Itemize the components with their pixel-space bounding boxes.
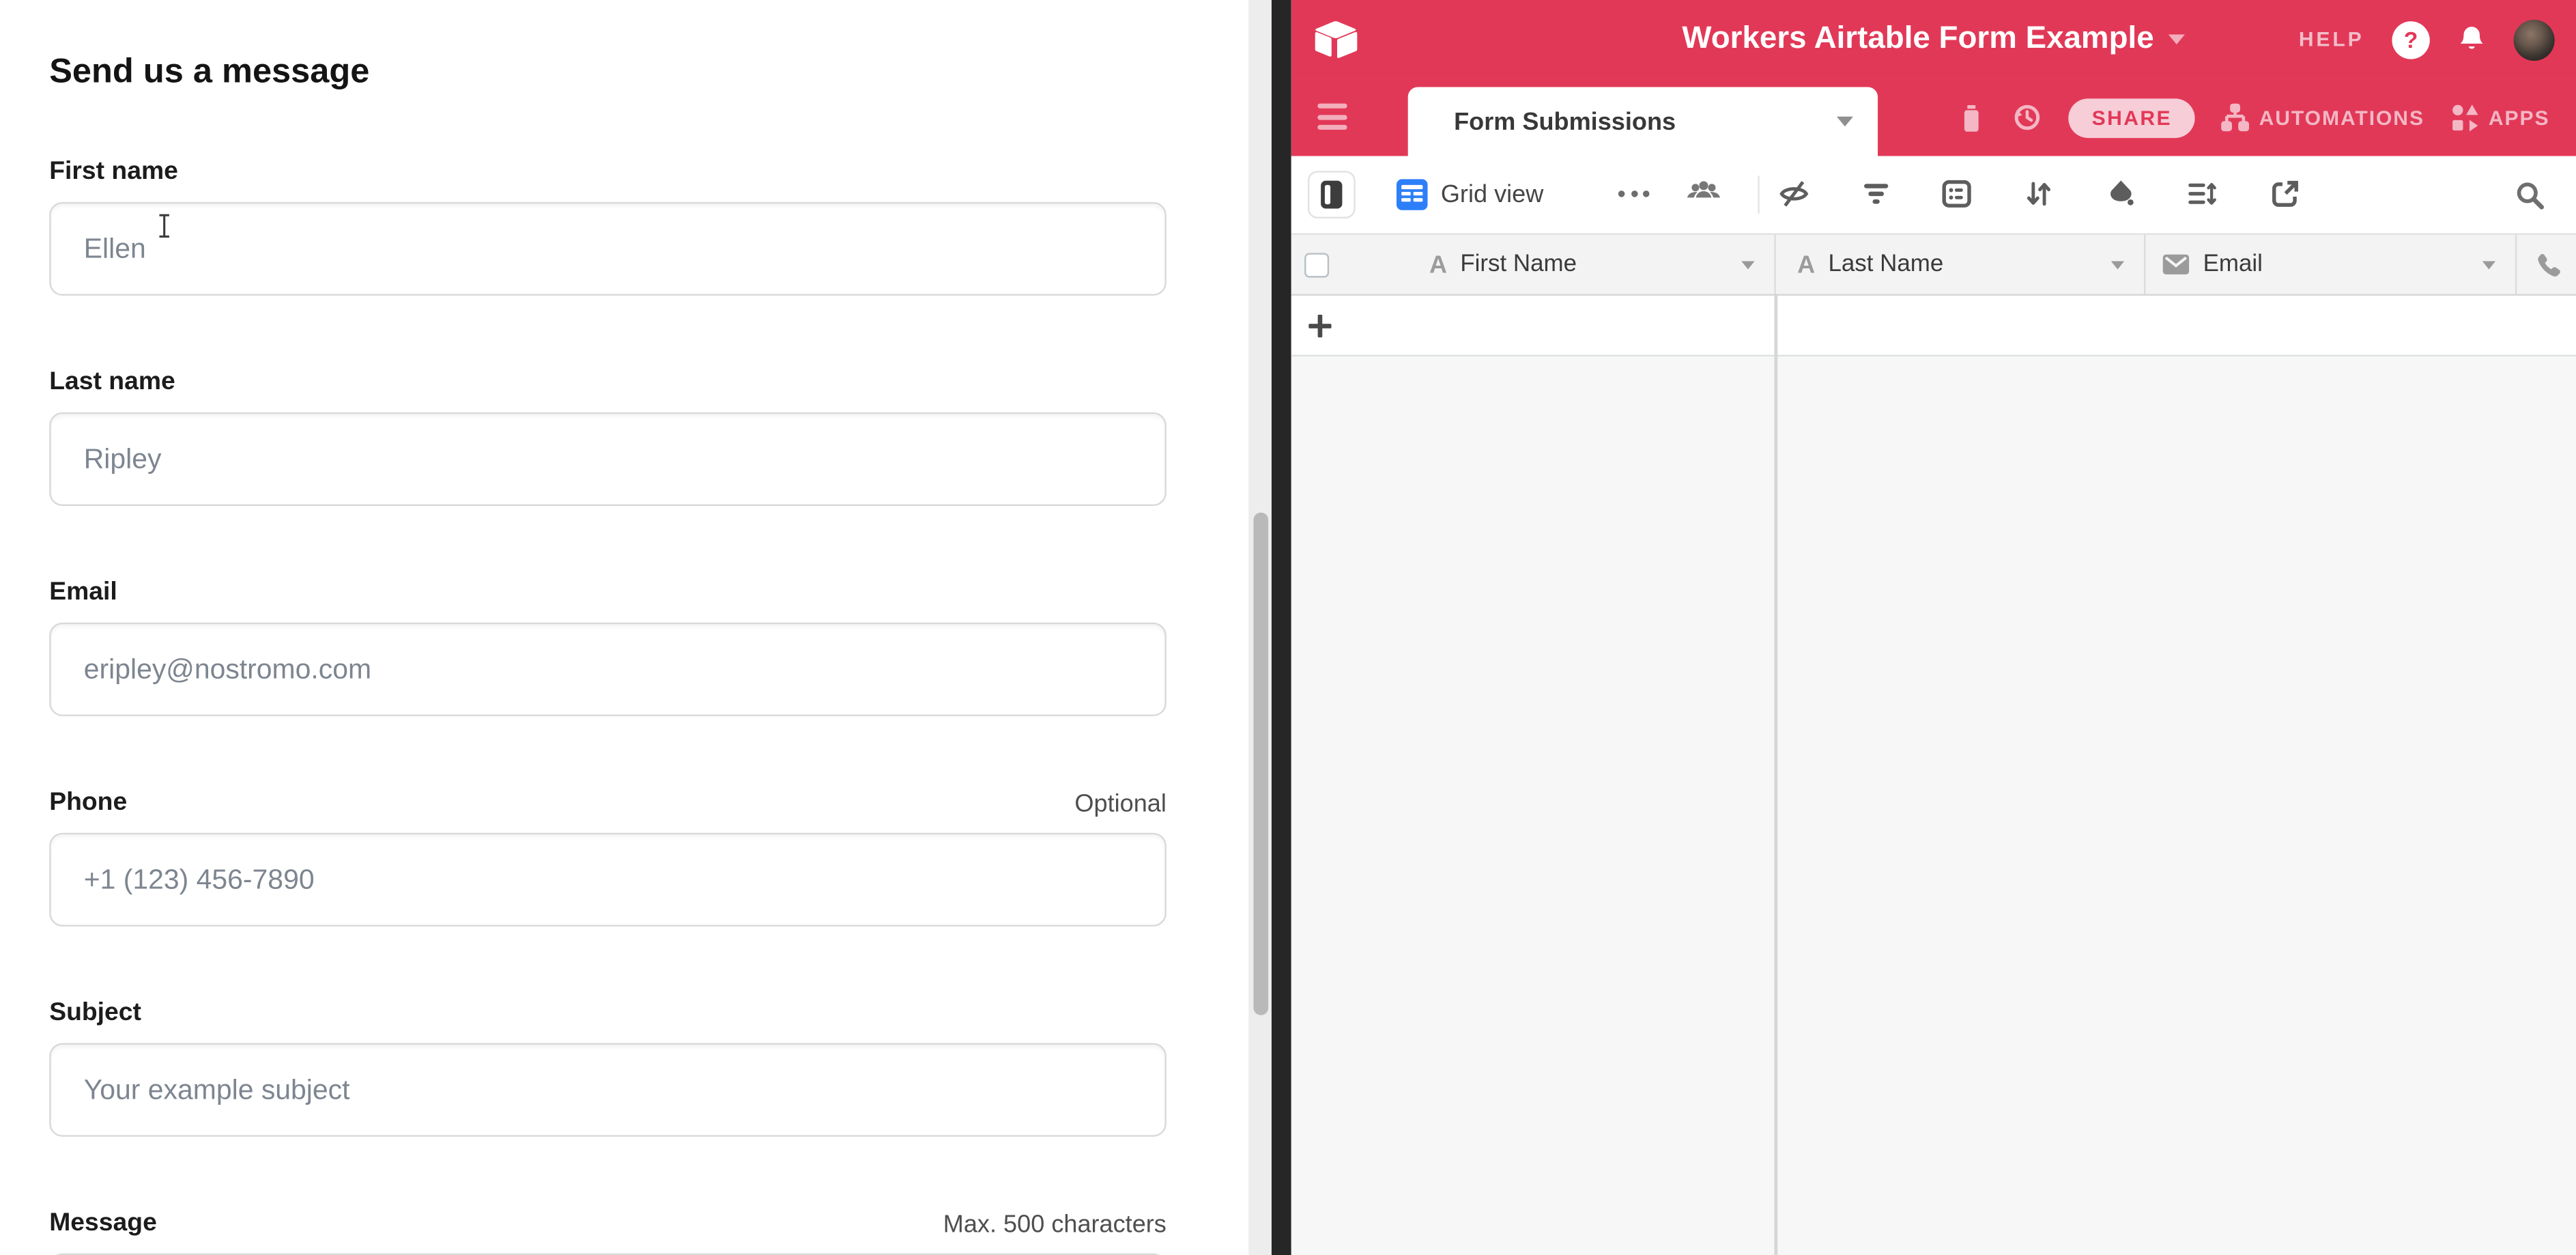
notifications-bell-icon[interactable] <box>2458 25 2486 54</box>
base-title-text: Workers Airtable Form Example <box>1682 21 2153 57</box>
grid-view-icon[interactable] <box>1397 179 1428 210</box>
question-glyph: ? <box>2404 26 2418 52</box>
view-name-label[interactable]: Grid view <box>1441 156 1543 234</box>
hide-fields-icon[interactable] <box>1779 179 1809 208</box>
phone-group: Phone Optional <box>49 789 1167 927</box>
last-name-label: Last name <box>49 368 175 397</box>
toolbar-divider <box>1758 175 1759 213</box>
text-field-type-icon: A <box>1797 252 1815 277</box>
apps-label: APPS <box>2489 106 2550 129</box>
view-options-ellipsis-icon[interactable] <box>1618 191 1650 197</box>
email-group: Email <box>49 578 1167 716</box>
airtable-window: Workers Airtable Form Example HELP ? For… <box>1291 0 2576 1255</box>
base-title[interactable]: Workers Airtable Form Example <box>1682 0 2185 79</box>
column-header-last-name[interactable]: A Last Name <box>1776 235 2146 294</box>
collaborators-icon[interactable] <box>1685 178 1721 210</box>
contact-form-page: Send us a message First name Last name E… <box>0 0 1248 1255</box>
add-record-row[interactable] <box>1291 296 2576 356</box>
email-field-type-icon <box>2162 253 2190 276</box>
subject-group: Subject <box>49 999 1167 1137</box>
window-divider <box>1272 0 1291 1255</box>
automations-icon <box>2221 104 2249 132</box>
phone-optional-hint: Optional <box>1074 790 1166 818</box>
user-avatar[interactable] <box>2514 19 2555 60</box>
share-view-icon[interactable] <box>2270 179 2300 208</box>
chevron-down-icon <box>2169 35 2185 44</box>
last-name-input[interactable] <box>49 412 1167 506</box>
screen: Send us a message First name Last name E… <box>0 0 2576 1255</box>
subject-label: Subject <box>49 999 141 1028</box>
page-scrollbar[interactable] <box>1248 0 1272 1255</box>
page-scrollbar-thumb[interactable] <box>1253 513 1268 1015</box>
subject-input[interactable] <box>49 1043 1167 1137</box>
add-record-plus-icon[interactable] <box>1306 312 1334 340</box>
phone-input[interactable] <box>49 833 1167 927</box>
column-label: Email <box>2203 251 2263 277</box>
question-mark-icon[interactable]: ? <box>2392 20 2429 58</box>
apps-icon <box>2450 104 2478 132</box>
automations-button[interactable]: AUTOMATIONS <box>2221 104 2424 132</box>
message-max-chars-hint: Max. 500 characters <box>943 1211 1167 1239</box>
airtable-topbar: Workers Airtable Form Example HELP ? <box>1291 0 2576 79</box>
airtable-tabbar: Form Submissions SHARE <box>1291 79 2576 156</box>
chevron-down-icon <box>1837 117 1853 126</box>
table-tab-label: Form Submissions <box>1454 108 1676 136</box>
help-button[interactable]: HELP <box>2299 28 2364 51</box>
message-label: Message <box>49 1209 157 1239</box>
grid-empty-area <box>1291 356 2576 1255</box>
color-icon[interactable] <box>2106 179 2136 208</box>
automations-label: AUTOMATIONS <box>2259 106 2424 129</box>
ibeam-cursor-icon <box>156 214 173 238</box>
first-name-group: First name <box>49 158 1167 296</box>
sort-icon[interactable] <box>2024 179 2053 208</box>
email-label: Email <box>49 578 117 608</box>
apps-button[interactable]: APPS <box>2450 104 2549 132</box>
airtable-logo-icon[interactable] <box>1313 20 1358 59</box>
search-icon[interactable] <box>2515 181 2545 210</box>
column-label: Last Name <box>1828 251 1943 277</box>
table-tab-form-submissions[interactable]: Form Submissions <box>1408 87 1878 156</box>
contact-form: Send us a message First name Last name E… <box>49 53 1167 1255</box>
phone-label: Phone <box>49 789 127 818</box>
row-height-icon[interactable] <box>2187 179 2216 208</box>
view-sidebar-toggle-button[interactable] <box>1308 171 1356 218</box>
share-button[interactable]: SHARE <box>2069 98 2195 137</box>
chevron-down-icon[interactable] <box>2482 260 2495 268</box>
group-icon[interactable] <box>1942 179 1971 208</box>
column-header-phone[interactable]: P <box>2517 235 2576 294</box>
frozen-column-separator <box>1774 294 1777 1255</box>
tables-menu-icon[interactable] <box>1317 104 1347 130</box>
column-header-first-name[interactable]: A First Name <box>1291 235 1776 294</box>
view-toolbar: Grid view <box>1291 156 2576 234</box>
column-label: First Name <box>1460 251 1577 277</box>
history-icon[interactable] <box>2012 102 2043 133</box>
phone-field-type-icon <box>2535 251 2562 277</box>
trash-icon[interactable] <box>1959 102 1986 132</box>
chevron-down-icon[interactable] <box>2111 260 2124 268</box>
first-name-label: First name <box>49 158 178 187</box>
sidebar-panel-icon <box>1319 179 1344 210</box>
form-title: Send us a message <box>49 53 1167 92</box>
filter-icon[interactable] <box>1861 179 1891 208</box>
column-header-email[interactable]: Email <box>2145 235 2517 294</box>
last-name-group: Last name <box>49 368 1167 506</box>
text-field-type-icon: A <box>1429 252 1447 277</box>
first-name-input[interactable] <box>49 202 1167 296</box>
message-group: Message Max. 500 characters <box>49 1209 1167 1255</box>
chevron-down-icon[interactable] <box>1741 260 1754 268</box>
email-input[interactable] <box>49 623 1167 716</box>
grid-header-row: A First Name A Last Name Email <box>1291 234 2576 296</box>
